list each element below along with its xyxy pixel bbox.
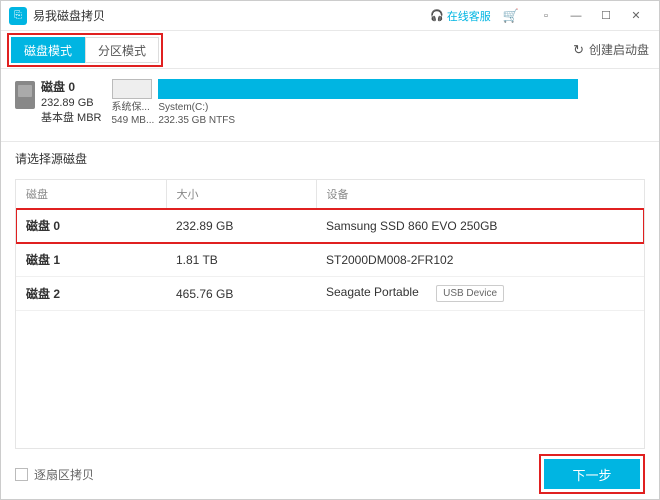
online-support-link[interactable]: 🎧 在线客服 <box>430 8 491 24</box>
col-device[interactable]: 设备 <box>316 180 644 209</box>
highlight-disk-mode: 磁盘模式 分区模式 <box>7 33 163 67</box>
create-boot-disk-label: 创建启动盘 <box>589 41 649 58</box>
refresh-icon: ↻ <box>573 42 584 58</box>
partition-system[interactable]: System(C:) 232.35 GB NTFS <box>158 79 645 127</box>
toolbar: 磁盘模式 分区模式 ↻ 创建启动盘 <box>1 31 659 69</box>
disk-summary-panel: 磁盘 0 232.89 GB 基本盘 MBR 系统保... 549 MB... … <box>1 69 659 142</box>
window-settings-icon[interactable]: ▫ <box>531 6 561 26</box>
headset-icon: 🎧 <box>430 9 444 22</box>
app-title: 易我磁盘拷贝 <box>33 7 105 24</box>
minimize-button[interactable]: — <box>561 6 591 26</box>
disk-size: 232.89 GB <box>41 96 102 111</box>
col-disk[interactable]: 磁盘 <box>16 180 166 209</box>
disk-table: 磁盘 大小 设备 磁盘 0 232.89 GB Samsung SSD 860 … <box>15 179 645 449</box>
prompt-text: 请选择源磁盘 <box>1 142 659 175</box>
close-button[interactable]: ✕ <box>621 6 651 26</box>
next-button[interactable]: 下一步 <box>544 459 640 489</box>
checkbox-icon <box>15 468 28 481</box>
app-window: ⎘ 易我磁盘拷贝 🎧 在线客服 🛒 ▫ — ☐ ✕ 磁盘模式 分区模式 ↻ <box>0 0 660 500</box>
tab-disk-mode[interactable]: 磁盘模式 <box>11 37 85 63</box>
col-size[interactable]: 大小 <box>166 180 316 209</box>
usb-badge: USB Device <box>436 285 504 302</box>
disk-type: 基本盘 MBR <box>41 111 102 126</box>
sector-copy-checkbox[interactable]: 逐扇区拷贝 <box>15 466 94 483</box>
tab-partition-mode[interactable]: 分区模式 <box>85 37 159 63</box>
hdd-icon <box>15 81 35 109</box>
table-row[interactable]: 磁盘 0 232.89 GB Samsung SSD 860 EVO 250GB <box>16 209 644 243</box>
app-icon: ⎘ <box>9 7 27 25</box>
maximize-button[interactable]: ☐ <box>591 6 621 26</box>
disk-name: 磁盘 0 <box>41 79 102 96</box>
titlebar: ⎘ 易我磁盘拷贝 🎧 在线客服 🛒 ▫ — ☐ ✕ <box>1 1 659 31</box>
footer: 逐扇区拷贝 下一步 <box>1 449 659 499</box>
table-row[interactable]: 磁盘 1 1.81 TB ST2000DM008-2FR102 <box>16 243 644 277</box>
sector-copy-label: 逐扇区拷贝 <box>34 466 94 483</box>
partition-reserved[interactable]: 系统保... 549 MB... <box>112 79 155 127</box>
online-support-label: 在线客服 <box>447 8 491 24</box>
cart-icon[interactable]: 🛒 <box>503 8 519 24</box>
table-row[interactable]: 磁盘 2 465.76 GB Seagate Portable USB Devi… <box>16 277 644 311</box>
create-boot-disk-button[interactable]: ↻ 创建启动盘 <box>573 41 649 58</box>
highlight-next: 下一步 <box>539 454 645 494</box>
